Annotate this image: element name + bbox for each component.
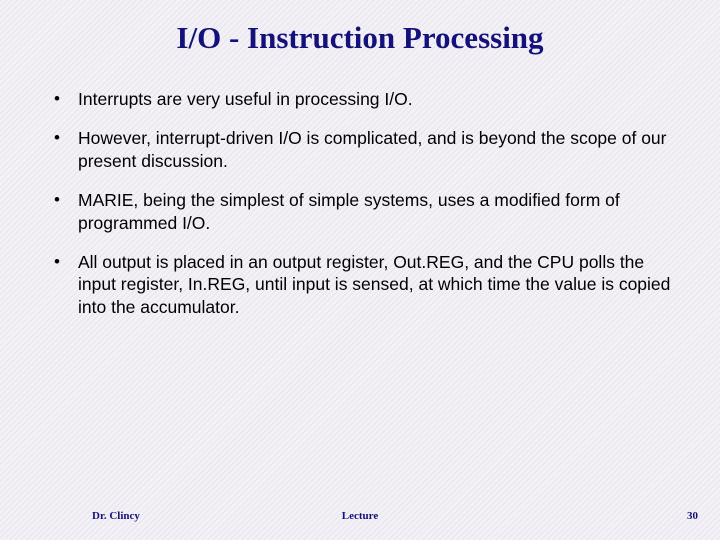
slide-title: I/O - Instruction Processing [0, 20, 720, 56]
bullet-item: Interrupts are very useful in processing… [48, 88, 680, 110]
bullet-item: However, interrupt-driven I/O is complic… [48, 127, 680, 172]
bullet-list: Interrupts are very useful in processing… [48, 88, 680, 335]
slide: I/O - Instruction Processing Interrupts … [0, 0, 720, 540]
bullet-item: All output is placed in an output regist… [48, 251, 680, 318]
footer-lecture: Lecture [0, 510, 720, 522]
bullet-item: MARIE, being the simplest of simple syst… [48, 189, 680, 234]
footer-page-number: 30 [687, 510, 698, 522]
